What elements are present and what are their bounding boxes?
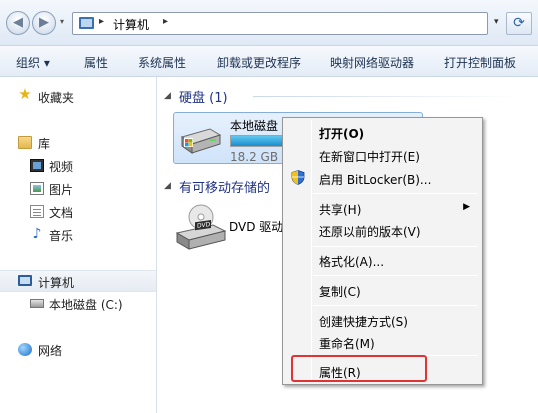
refresh-button[interactable]: ⟳ — [506, 12, 532, 35]
back-button[interactable]: ◀ — [6, 11, 30, 35]
sidebar-label: 文档 — [49, 206, 74, 220]
sidebar-label: 视频 — [49, 160, 74, 174]
breadcrumb-separator[interactable]: ▸ — [163, 16, 168, 27]
menu-item-copy[interactable]: 复制(C) — [285, 279, 480, 301]
menu-item-label: 复制(C) — [319, 285, 361, 299]
sidebar-label: 音乐 — [49, 229, 74, 243]
menu-item-label: 重命名(M) — [319, 337, 375, 351]
menu-item-label: 格式化(A)... — [319, 255, 385, 269]
navigation-pane: ★ 收藏夹 库 视频 图片 文档 ♪ 音乐 计算机 本地磁盘 (C:) 网络 — [0, 77, 157, 413]
menu-separator — [313, 305, 478, 306]
address-bar[interactable]: ▸ 计算机 ▸ — [72, 12, 488, 35]
submenu-arrow-icon: ▶ — [463, 202, 470, 212]
group-collapse-icon[interactable]: ◢ — [164, 91, 171, 101]
system-properties-button[interactable]: 系统属性 — [138, 54, 186, 71]
menu-separator — [313, 275, 478, 276]
address-row: ◀ ▶ ▾ ▸ 计算机 ▸ ▾ ⟳ — [0, 0, 538, 46]
sidebar-item-favorites[interactable]: ★ 收藏夹 — [0, 86, 156, 108]
sidebar-label: 本地磁盘 (C:) — [49, 298, 123, 312]
music-note-icon: ♪ — [32, 226, 42, 242]
command-bar: 组织 ▾ 属性 系统属性 卸载或更改程序 映射网络驱动器 打开控制面板 — [0, 46, 538, 77]
sidebar-item-library[interactable]: 库 — [0, 132, 156, 154]
sidebar-item-network[interactable]: 网络 — [0, 339, 156, 361]
pictures-icon — [30, 182, 44, 195]
menu-item-bitlocker[interactable]: 启用 BitLocker(B)... — [285, 167, 480, 189]
group-header-hard-disks[interactable]: 硬盘 (1) — [179, 87, 228, 106]
document-icon — [30, 205, 44, 218]
uninstall-program-button[interactable]: 卸载或更改程序 — [217, 54, 301, 71]
menu-item-label: 启用 BitLocker(B)... — [319, 173, 432, 187]
sidebar-item-pictures[interactable]: 图片 — [0, 178, 156, 200]
computer-icon — [79, 17, 94, 29]
sidebar-item-video[interactable]: 视频 — [0, 155, 156, 177]
star-icon: ★ — [18, 85, 32, 103]
menu-item-create-shortcut[interactable]: 创建快捷方式(S) — [285, 309, 480, 331]
drive-free-space-label: 18.2 GB — [230, 150, 279, 164]
breadcrumb-separator[interactable]: ▸ — [99, 16, 104, 27]
menu-item-rename[interactable]: 重命名(M) — [285, 331, 480, 353]
sidebar-label: 库 — [38, 137, 51, 151]
menu-item-format[interactable]: 格式化(A)... — [285, 249, 480, 271]
group-header-removable[interactable]: 有可移动存储的 — [179, 177, 270, 196]
map-network-drive-button[interactable]: 映射网络驱动器 — [330, 54, 414, 71]
menu-item-label: 在新窗口中打开(E) — [319, 150, 420, 164]
library-folder-icon — [18, 136, 32, 149]
address-dropdown-icon[interactable]: ▾ — [494, 17, 499, 27]
breadcrumb-computer[interactable]: 计算机 — [113, 16, 149, 33]
video-icon — [30, 159, 44, 172]
dvd-drive-label[interactable]: DVD 驱动 — [229, 218, 283, 235]
menu-item-label: 打开(O) — [319, 127, 365, 141]
network-icon — [18, 343, 32, 356]
sidebar-label: 图片 — [49, 183, 74, 197]
sidebar-label: 网络 — [38, 344, 63, 358]
menu-item-label: 共享(H) — [319, 203, 362, 217]
context-menu: 打开(O) 在新窗口中打开(E) 启用 BitLocker(B)... 共享(H… — [282, 117, 483, 385]
menu-item-label: 创建快捷方式(S) — [319, 315, 408, 329]
forward-button[interactable]: ▶ — [32, 11, 56, 35]
menu-separator — [313, 193, 478, 194]
menu-item-open-new-window[interactable]: 在新窗口中打开(E) — [285, 144, 480, 166]
dvd-drive-icon: DVD — [175, 204, 227, 250]
sidebar-item-music[interactable]: ♪ 音乐 — [0, 224, 156, 246]
menu-item-share[interactable]: 共享(H) ▶ — [285, 197, 480, 219]
menu-item-open[interactable]: 打开(O) — [285, 121, 480, 143]
hard-drive-icon — [180, 128, 222, 154]
highlight-annotation — [291, 355, 427, 382]
sidebar-item-local-disk[interactable]: 本地磁盘 (C:) — [0, 293, 156, 315]
menu-separator — [313, 246, 478, 247]
sidebar-item-computer[interactable]: 计算机 — [0, 270, 156, 292]
group-collapse-icon[interactable]: ◢ — [164, 181, 171, 191]
sidebar-label: 收藏夹 — [38, 91, 75, 105]
properties-button[interactable]: 属性 — [84, 54, 108, 71]
sidebar-item-documents[interactable]: 文档 — [0, 201, 156, 223]
open-control-panel-button[interactable]: 打开控制面板 — [444, 54, 516, 71]
recent-pages-dropdown-icon[interactable]: ▾ — [60, 17, 64, 26]
menu-item-label: 还原以前的版本(V) — [319, 225, 421, 239]
hard-drive-icon — [30, 299, 44, 308]
menu-item-restore-previous-versions[interactable]: 还原以前的版本(V) — [285, 219, 480, 241]
uac-shield-icon — [291, 170, 305, 185]
organize-button[interactable]: 组织 ▾ — [16, 54, 50, 71]
group-divider — [253, 96, 523, 97]
sidebar-label: 计算机 — [38, 276, 75, 290]
computer-icon — [18, 275, 32, 286]
